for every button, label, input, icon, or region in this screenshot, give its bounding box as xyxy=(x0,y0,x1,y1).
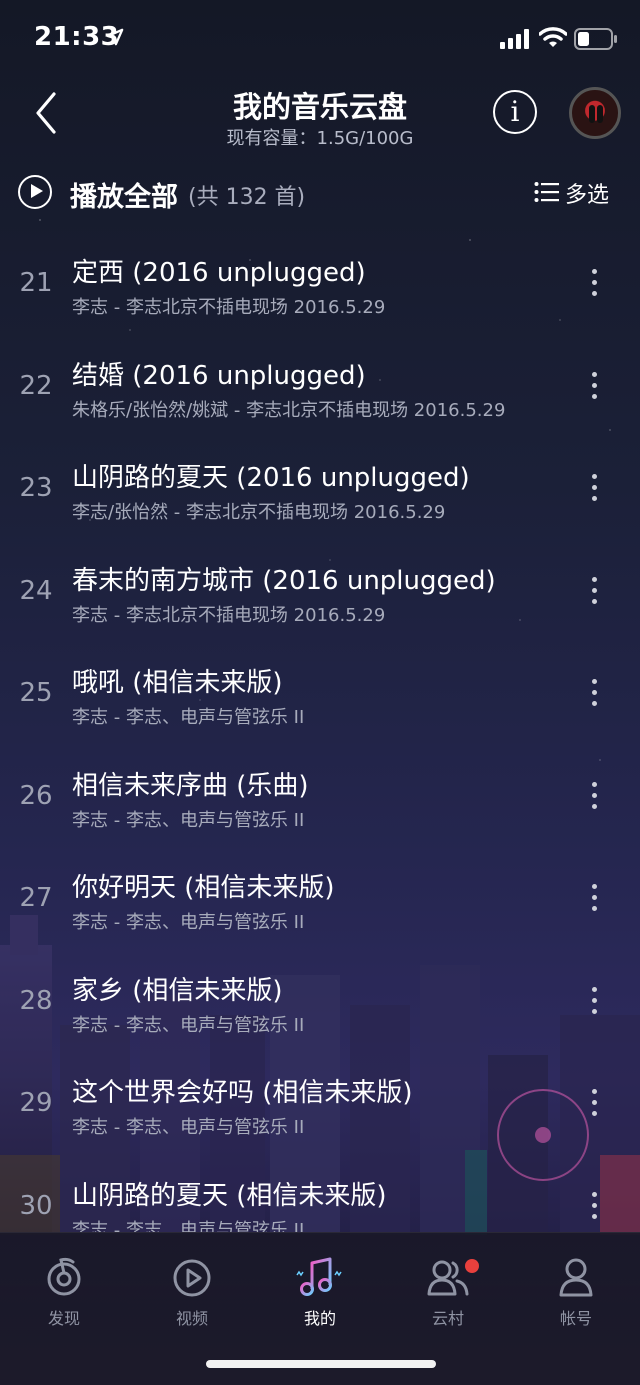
more-options-icon[interactable] xyxy=(584,471,604,507)
song-artist-album: 李志 - 李志北京不插电现场 2016.5.29 xyxy=(72,297,386,318)
discover-icon xyxy=(47,1257,81,1296)
song-index: 22 xyxy=(19,370,53,401)
more-options-icon[interactable] xyxy=(584,266,604,302)
community-icon xyxy=(427,1260,469,1296)
song-item[interactable]: 27 你好明天 (相信未来版) 李志 - 李志、电声与管弦乐 II xyxy=(0,847,640,950)
notification-badge xyxy=(465,1259,479,1273)
song-title: 你好明天 (相信未来版) xyxy=(72,873,335,903)
more-options-icon[interactable] xyxy=(584,779,604,815)
location-arrow-icon xyxy=(106,28,124,46)
song-title: 哦吼 (相信未来版) xyxy=(72,668,283,698)
song-title: 相信未来序曲 (乐曲) xyxy=(72,770,309,801)
info-icon: i xyxy=(510,95,520,128)
battery-icon xyxy=(574,28,617,50)
play-circle-icon xyxy=(18,175,52,209)
song-item[interactable]: 30 山阴路的夏天 (相信未来版) 李志 - 李志、电声与管弦乐 II xyxy=(0,1155,640,1233)
song-artist-album: 李志 - 李志、电声与管弦乐 II xyxy=(72,809,305,831)
song-artist-album: 李志 - 李志北京不插电现场 2016.5.29 xyxy=(72,604,386,626)
song-artist-album: 李志 - 李志、电声与管弦乐 II xyxy=(72,912,305,933)
play-all-label: 播放全部 xyxy=(70,182,178,213)
song-count: (共 132 首) xyxy=(188,185,306,210)
tab-label: 我的 xyxy=(303,1309,336,1328)
song-index: 30 xyxy=(19,1190,53,1221)
song-title: 山阴路的夏天 (2016 unplugged) xyxy=(72,463,470,493)
home-indicator xyxy=(206,1360,436,1368)
song-artist-album: 李志/张怡然 - 李志北京不插电现场 2016.5.29 xyxy=(72,502,446,523)
play-all-button[interactable]: 播放全部 (共 132 首) xyxy=(18,171,398,215)
more-options-icon[interactable] xyxy=(584,1086,604,1122)
more-options-icon[interactable] xyxy=(584,1189,604,1225)
song-artist-album: 李志 - 李志、电声与管弦乐 II xyxy=(72,707,305,728)
song-artist-album: 李志 - 李志、电声与管弦乐 II xyxy=(72,1219,305,1233)
storage-capacity-text: 现有容量：1.5G/100G xyxy=(226,128,414,149)
tab-label: 发现 xyxy=(47,1309,80,1328)
video-icon xyxy=(173,1259,211,1297)
music-note-icon xyxy=(296,1257,342,1296)
song-item[interactable]: 24 春末的南方城市 (2016 unplugged) 李志 - 李志北京不插电… xyxy=(0,540,640,643)
song-artist-album: 李志 - 李志、电声与管弦乐 II xyxy=(72,1117,305,1138)
song-item[interactable]: 21 定西 (2016 unplugged) 李志 - 李志北京不插电现场 20… xyxy=(0,232,640,335)
page-title: 我的音乐云盘 xyxy=(232,90,407,124)
tab-label: 视频 xyxy=(175,1309,208,1328)
song-title: 这个世界会好吗 (相信未来版) xyxy=(72,1078,413,1108)
nav-header: 我的音乐云盘 现有容量：1.5G/100G i xyxy=(0,80,640,150)
more-options-icon[interactable] xyxy=(584,574,604,610)
song-index: 25 xyxy=(19,678,53,708)
more-options-icon[interactable] xyxy=(584,676,604,712)
song-index: 28 xyxy=(19,985,53,1016)
more-options-icon[interactable] xyxy=(584,984,604,1020)
song-artist-album: 朱格乐/张怡然/姚斌 - 李志北京不插电现场 2016.5.29 xyxy=(72,399,506,421)
cellular-signal-icon xyxy=(500,29,529,49)
now-playing-avatar[interactable] xyxy=(569,87,621,139)
song-index: 29 xyxy=(19,1088,53,1118)
song-index: 26 xyxy=(19,780,53,811)
song-item[interactable]: 26 相信未来序曲 (乐曲) 李志 - 李志、电声与管弦乐 II xyxy=(0,745,640,848)
tab-label: 云村 xyxy=(431,1309,464,1328)
tab-community[interactable]: 云村 xyxy=(384,1251,512,1331)
song-title: 春末的南方城市 (2016 unplugged) xyxy=(72,565,496,596)
song-item[interactable]: 22 结婚 (2016 unplugged) 朱格乐/张怡然/姚斌 - 李志北京… xyxy=(0,335,640,438)
more-options-icon[interactable] xyxy=(584,369,604,405)
song-list: 21 定西 (2016 unplugged) 李志 - 李志北京不插电现场 20… xyxy=(0,232,640,1232)
song-title: 山阴路的夏天 (相信未来版) xyxy=(72,1180,387,1211)
song-title: 家乡 (相信未来版) xyxy=(72,975,283,1006)
song-index: 24 xyxy=(19,575,53,606)
song-index: 27 xyxy=(19,883,53,913)
song-index: 21 xyxy=(19,268,53,298)
play-all-bar: 播放全部 (共 132 首) 多选 xyxy=(0,155,640,231)
screen: 21:33 我的音乐云盘 现有容量：1.5G/100G i 播放全部 (共 13… xyxy=(0,0,640,1385)
wifi-icon xyxy=(539,27,567,47)
song-item[interactable]: 23 山阴路的夏天 (2016 unplugged) 李志/张怡然 - 李志北京… xyxy=(0,437,640,540)
song-title: 结婚 (2016 unplugged) xyxy=(72,360,366,391)
tab-account[interactable]: 帐号 xyxy=(512,1251,640,1331)
list-select-icon xyxy=(534,182,559,202)
song-item[interactable]: 29 这个世界会好吗 (相信未来版) 李志 - 李志、电声与管弦乐 II xyxy=(0,1052,640,1155)
multiselect-label: 多选 xyxy=(565,183,610,208)
song-index: 23 xyxy=(19,473,53,503)
song-title: 定西 (2016 unplugged) xyxy=(72,258,366,288)
tab-video[interactable]: 视频 xyxy=(128,1251,256,1331)
tab-discover[interactable]: 发现 xyxy=(0,1251,128,1331)
song-artist-album: 李志 - 李志、电声与管弦乐 II xyxy=(72,1014,305,1036)
tab-label: 帐号 xyxy=(559,1309,592,1328)
account-icon xyxy=(559,1258,593,1297)
info-button[interactable]: i xyxy=(493,90,537,134)
status-bar: 21:33 xyxy=(0,0,640,80)
song-item[interactable]: 28 家乡 (相信未来版) 李志 - 李志、电声与管弦乐 II xyxy=(0,950,640,1053)
more-options-icon[interactable] xyxy=(584,881,604,917)
song-item[interactable]: 25 哦吼 (相信未来版) 李志 - 李志、电声与管弦乐 II xyxy=(0,642,640,745)
tab-mine[interactable]: 我的 xyxy=(256,1251,384,1331)
